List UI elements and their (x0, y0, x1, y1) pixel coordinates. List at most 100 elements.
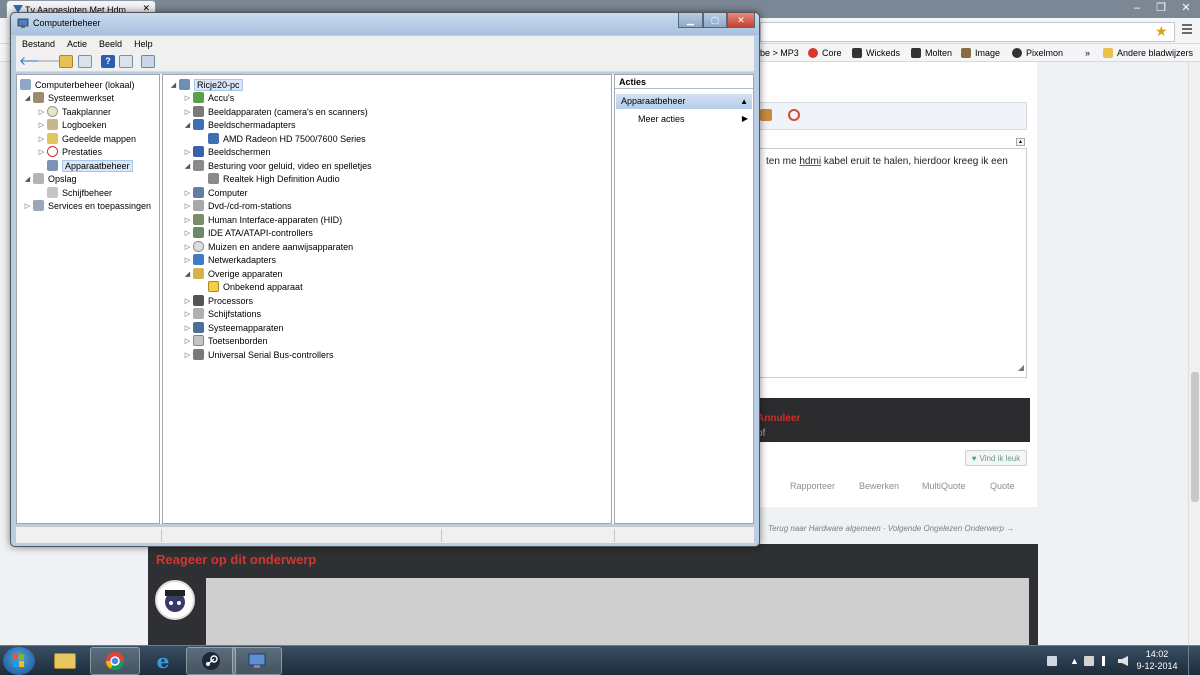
expand-arrow-icon[interactable]: ▷ (183, 216, 192, 224)
device-category[interactable]: ▷ Toetsenborden (183, 334, 268, 347)
bookmark-item[interactable]: Pixelmon (1012, 46, 1063, 60)
expand-arrow-icon[interactable]: ▷ (37, 148, 46, 156)
tree-node-disk-management[interactable]: Schijfbeheer (46, 186, 112, 199)
collapse-arrow-icon[interactable]: ▲ (740, 97, 748, 106)
start-button[interactable] (3, 647, 35, 675)
tree-node-storage[interactable]: ◢ Opslag (23, 172, 77, 185)
collapse-arrow-icon[interactable]: ◢ (23, 175, 32, 183)
volume-icon[interactable] (1118, 656, 1128, 666)
expand-arrow-icon[interactable]: ▷ (23, 202, 32, 210)
clock[interactable]: 14:02 9-12-2014 (1133, 648, 1181, 672)
address-bar[interactable] (760, 22, 1175, 42)
tree-node-computer-management[interactable]: Computerbeheer (lokaal) (19, 78, 135, 91)
bookmark-item[interactable]: Molten (911, 46, 952, 60)
menu-file[interactable]: Bestand (16, 39, 61, 49)
tree-node-shared-folders[interactable]: ▷ Gedeelde mappen (37, 132, 136, 145)
collapse-arrow-icon[interactable]: ◢ (183, 121, 192, 129)
tree-node-device-manager[interactable]: Apparaatbeheer (46, 159, 133, 172)
device-category[interactable]: ▷ Accu's (183, 91, 234, 104)
device-category[interactable]: ▷ Processors (183, 294, 253, 307)
device-category[interactable]: ▷ Universal Serial Bus-controllers (183, 348, 334, 361)
quote-link[interactable]: Quote (990, 481, 1015, 491)
tree-node-task-scheduler[interactable]: ▷ Taakplanner (37, 105, 111, 118)
multiquote-link[interactable]: MultiQuote (922, 481, 966, 491)
device-category[interactable]: ▷ Beeldschermen (183, 145, 271, 158)
taskbar-chrome[interactable] (90, 647, 140, 675)
network-icon[interactable] (1102, 656, 1112, 666)
topic-navigation[interactable]: Terug naar Hardware algemeen · Volgende … (768, 524, 1014, 533)
minimize-icon[interactable]: ▁ (678, 13, 703, 28)
device-category[interactable]: ▷ Computer (183, 186, 248, 199)
expand-arrow-icon[interactable]: ▷ (183, 310, 192, 318)
device-item[interactable]: Realtek High Definition Audio (207, 172, 340, 185)
device-category[interactable]: ▷ Beeldapparaten (camera's en scanners) (183, 105, 368, 118)
actions-section-device-manager[interactable]: Apparaatbeheer ▲ (616, 94, 752, 109)
resize-handle-icon[interactable]: ◢ (1018, 361, 1024, 375)
close-icon[interactable]: ✕ (727, 13, 755, 28)
menu-view[interactable]: Beeld (93, 39, 128, 49)
expand-arrow-icon[interactable]: ▷ (183, 94, 192, 102)
tree-node-performance[interactable]: ▷ Prestaties (37, 145, 102, 158)
reply-editor[interactable]: ten me hdmi kabel eruit te halen, hierdo… (757, 148, 1027, 378)
tray-arrow-icon[interactable]: ▲ (1070, 656, 1080, 666)
bookmark-item[interactable]: Image (961, 46, 1000, 60)
device-category[interactable]: ◢ Beeldschermadapters (183, 118, 296, 131)
device-category[interactable]: ▷ Schijfstations (183, 307, 261, 320)
forward-icon[interactable]: 🡒 (36, 55, 68, 68)
bookmarks-overflow[interactable]: » (1085, 46, 1090, 60)
console-tree-icon[interactable] (78, 55, 92, 68)
help-icon[interactable]: ? (101, 55, 115, 68)
expand-arrow-icon[interactable]: ▷ (183, 202, 192, 210)
scrollbar-thumb[interactable] (1191, 372, 1199, 502)
browser-menu-icon[interactable] (1182, 24, 1192, 36)
device-category[interactable]: ▷ Human Interface-apparaten (HID) (183, 213, 342, 226)
quick-reply-input[interactable] (206, 578, 1029, 645)
device-category[interactable]: ▷ Netwerkadapters (183, 253, 276, 266)
bookmark-item[interactable]: be > MP3 (760, 46, 799, 60)
taskbar-computer-management[interactable] (232, 647, 282, 675)
editor-link-icon[interactable] (788, 109, 800, 121)
like-button[interactable]: ♥ Vind ik leuk (965, 450, 1027, 466)
edit-link[interactable]: Bewerken (859, 481, 899, 491)
expand-arrow-icon[interactable]: ▷ (183, 337, 192, 345)
device-item[interactable]: AMD Radeon HD 7500/7600 Series (207, 132, 366, 145)
taskbar-steam[interactable] (186, 647, 236, 675)
expand-arrow-icon[interactable]: ▷ (183, 229, 192, 237)
minimize-icon[interactable]: – (1125, 0, 1149, 18)
page-scrollbar[interactable] (1188, 62, 1200, 645)
bookmark-item[interactable]: Wickeds (852, 46, 900, 60)
more-actions-item[interactable]: Meer acties ▶ (638, 114, 748, 124)
close-icon[interactable]: ✕ (1174, 0, 1198, 18)
device-category[interactable]: ▷ Systeemapparaten (183, 321, 284, 334)
action-pane-icon[interactable] (119, 55, 133, 68)
menu-action[interactable]: Actie (61, 39, 93, 49)
tray-keyboard-icon[interactable] (1047, 656, 1057, 666)
expand-arrow-icon[interactable]: ▷ (183, 189, 192, 197)
device-category[interactable]: ▷ Dvd-/cd-rom-stations (183, 199, 292, 212)
expand-arrow-icon[interactable]: ▷ (183, 108, 192, 116)
tree-node-system-tools[interactable]: ◢ Systeemwerkset (23, 91, 114, 104)
device-root[interactable]: ◢ Ricje20-pc (169, 78, 243, 91)
collapse-arrow-icon[interactable]: ◢ (183, 270, 192, 278)
report-link[interactable]: Rapporteer (790, 481, 835, 491)
device-category[interactable]: ▷ Muizen en andere aanwijsapparaten (183, 240, 353, 253)
device-category[interactable]: ◢ Besturing voor geluid, video en spellet… (183, 159, 372, 172)
editor-collapse-icon[interactable]: ▴ (1016, 138, 1025, 146)
expand-arrow-icon[interactable]: ▷ (37, 135, 46, 143)
collapse-arrow-icon[interactable]: ◢ (183, 162, 192, 170)
menu-help[interactable]: Help (128, 39, 159, 49)
window-titlebar[interactable]: Computerbeheer ▁ ▢ ✕ (11, 13, 759, 35)
tree-node-event-viewer[interactable]: ▷ Logboeken (37, 118, 107, 131)
collapse-arrow-icon[interactable]: ◢ (23, 94, 32, 102)
device-category[interactable]: ◢ Overige apparaten (183, 267, 283, 280)
expand-arrow-icon[interactable]: ▷ (183, 297, 192, 305)
expand-arrow-icon[interactable]: ▷ (183, 148, 192, 156)
taskbar-ie[interactable]: e (138, 647, 188, 675)
up-folder-icon[interactable] (59, 55, 73, 68)
expand-arrow-icon[interactable]: ▷ (183, 243, 192, 251)
collapse-arrow-icon[interactable]: ◢ (169, 81, 178, 89)
show-desktop-button[interactable] (1188, 646, 1200, 675)
expand-arrow-icon[interactable]: ▷ (183, 256, 192, 264)
scan-hardware-icon[interactable] (141, 55, 155, 68)
cancel-link[interactable]: Annuleer (757, 413, 800, 424)
